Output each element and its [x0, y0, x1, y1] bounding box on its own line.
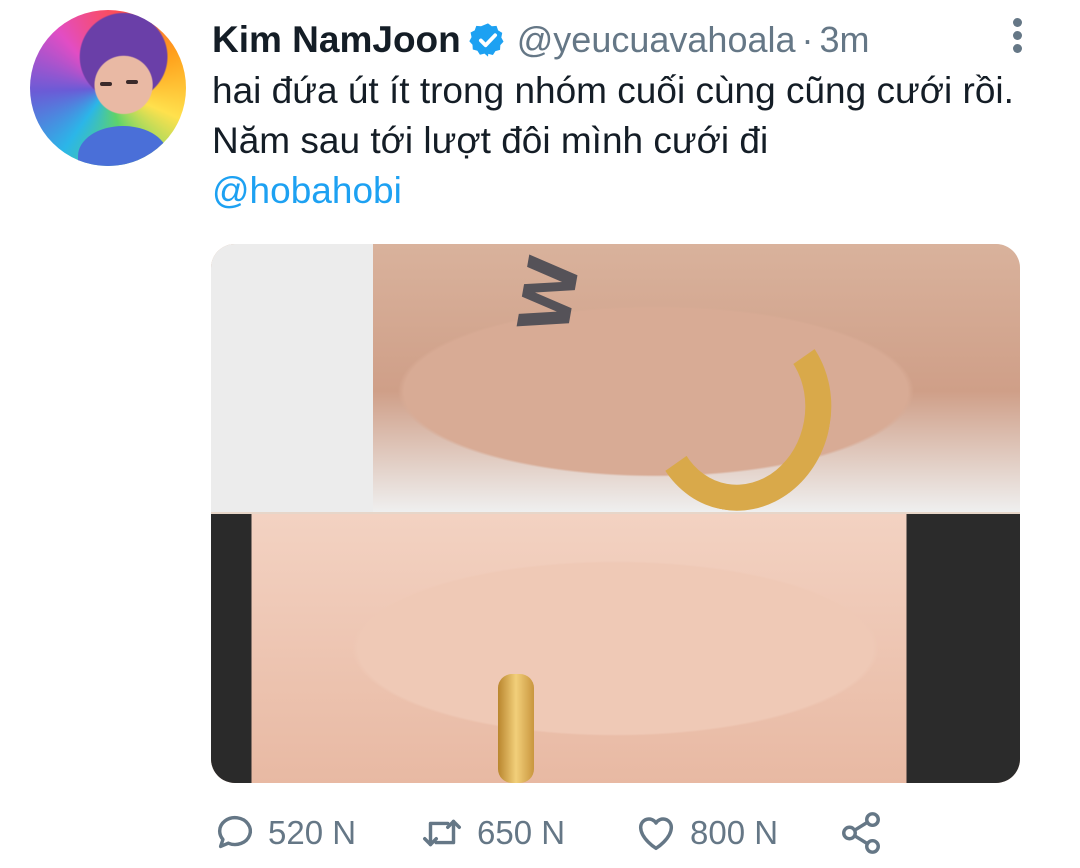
tweet-text: hai đứa út ít trong nhóm cuối cùng cũng … — [212, 66, 1032, 216]
reply-count: 520 N — [268, 814, 357, 851]
tweet-body: hai đứa út ít trong nhóm cuối cùng cũng … — [212, 70, 1014, 161]
gold-ring-bottom — [498, 674, 534, 783]
like-count: 800 N — [690, 814, 779, 851]
like-icon — [638, 817, 674, 851]
tweet-media[interactable]: W — [211, 244, 1020, 783]
avatar-eye-right — [126, 80, 138, 84]
tweet-header: Kim NamJoon @yeucuavahoala · 3m — [212, 16, 870, 64]
photo-bottom[interactable] — [211, 514, 1020, 783]
more-icon[interactable] — [1002, 14, 1032, 58]
action-bar: 520 N 650 N 800 N — [212, 808, 912, 858]
retweet-count: 650 N — [477, 814, 566, 851]
avatar[interactable] — [30, 10, 186, 166]
avatar-shoulder — [78, 126, 168, 166]
more-dot — [1012, 31, 1022, 40]
like-button[interactable]: 800 N — [632, 808, 778, 858]
reply-button[interactable]: 520 N — [212, 808, 356, 858]
share-button[interactable] — [837, 808, 885, 858]
retweet-icon — [423, 819, 461, 847]
more-dot — [1012, 18, 1022, 27]
more-dot — [1012, 44, 1022, 53]
author-name[interactable]: Kim NamJoon — [212, 19, 461, 61]
separator-dot: · — [801, 19, 814, 60]
avatar-eye-left — [100, 82, 112, 86]
tweet-timestamp[interactable]: 3m — [820, 19, 870, 61]
mention-link[interactable]: @hobahobi — [212, 170, 402, 211]
tweet: Kim NamJoon @yeucuavahoala · 3m hai đứa … — [0, 0, 1080, 868]
verified-badge-icon — [469, 21, 507, 59]
reply-icon — [217, 815, 253, 849]
share-icon — [842, 812, 880, 854]
author-handle[interactable]: @yeucuavahoala — [517, 19, 796, 61]
retweet-button[interactable]: 650 N — [417, 808, 565, 858]
tattoo-letter: W — [502, 249, 597, 341]
photo-top[interactable] — [211, 244, 1020, 512]
